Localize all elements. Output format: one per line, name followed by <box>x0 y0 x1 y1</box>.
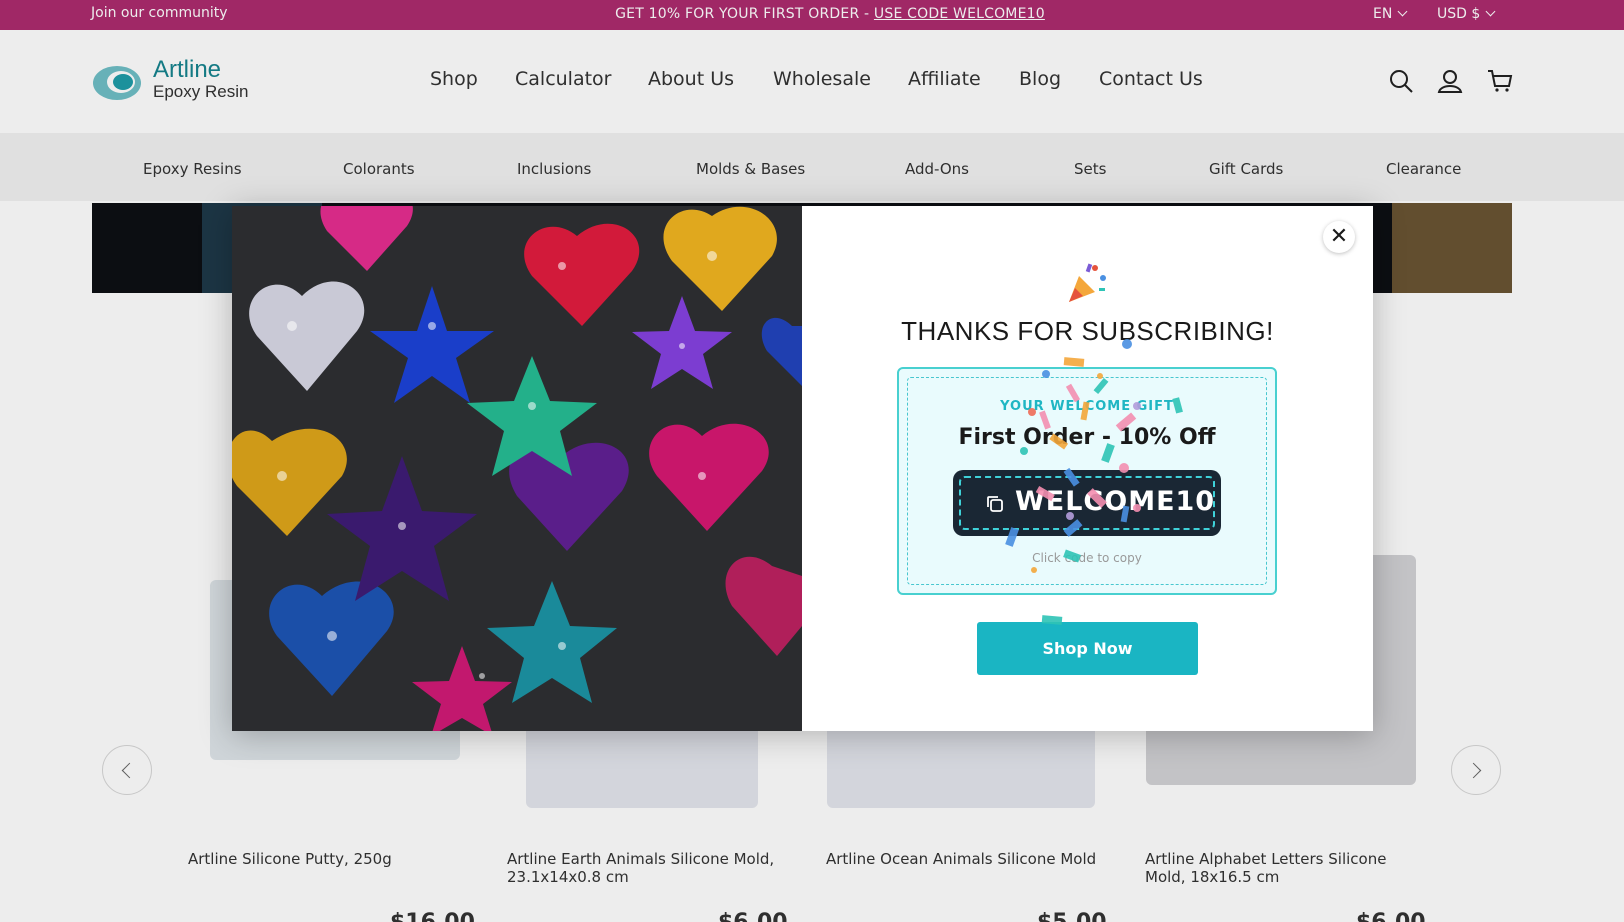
popup-content: ✕ THANKS FOR SUBSCRIBING! YOUR WELCOME G… <box>802 206 1373 731</box>
subscription-popup: ✕ THANKS FOR SUBSCRIBING! YOUR WELCOME G… <box>232 206 1373 731</box>
copy-icon <box>987 496 1003 512</box>
resin-hearts-stars-image <box>232 206 802 731</box>
gift-label: YOUR WELCOME GIFT <box>1000 399 1174 414</box>
close-icon[interactable]: ✕ <box>1323 221 1355 253</box>
copy-hint: Click code to copy <box>1032 551 1142 565</box>
party-popper-icon <box>1069 263 1106 302</box>
discount-code: WELCOME10 <box>1015 486 1216 517</box>
shop-now-button[interactable]: Shop Now <box>977 622 1198 675</box>
welcome-gift-card: YOUR WELCOME GIFT First Order - 10% Off … <box>897 367 1277 595</box>
discount-code-button[interactable]: WELCOME10 <box>953 470 1221 536</box>
gift-title: First Order - 10% Off <box>958 425 1216 450</box>
popup-title: THANKS FOR SUBSCRIBING! <box>901 316 1274 346</box>
